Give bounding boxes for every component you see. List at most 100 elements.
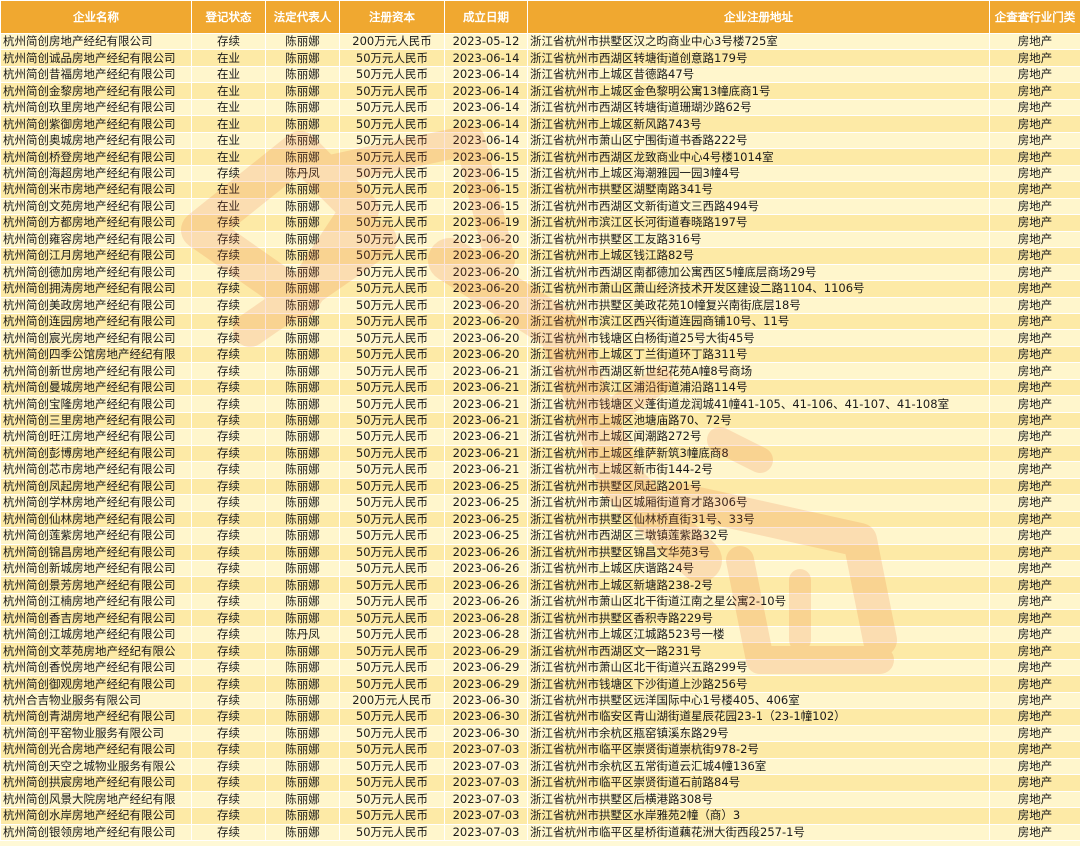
cell-capital[interactable]: 50万元人民币	[339, 559, 445, 578]
cell-status[interactable]: 存续	[191, 494, 266, 512]
cell-industry[interactable]: 房地产	[989, 280, 1080, 298]
cell-legal-rep[interactable]: 陈丽娜	[265, 823, 340, 841]
cell-legal-rep[interactable]: 陈丽娜	[265, 757, 340, 776]
cell-industry[interactable]: 房地产	[989, 263, 1080, 282]
cell-industry[interactable]: 房地产	[989, 230, 1080, 249]
cell-status[interactable]: 存续	[191, 329, 266, 347]
cell-industry[interactable]: 房地产	[989, 345, 1080, 364]
cell-status[interactable]: 存续	[191, 395, 266, 413]
cell-industry[interactable]: 房地产	[989, 691, 1080, 710]
table-row[interactable]: 杭州合吉物业服务有限公司 存续 陈丽娜 200万元人民币 2023-06-30 浙江省杭州…	[0, 691, 1080, 710]
cell-capital[interactable]: 50万元人民币	[339, 131, 445, 150]
cell-company-name[interactable]: 杭州简创三里房地产经纪有限公司	[0, 411, 192, 430]
cell-status[interactable]: 存续	[191, 790, 266, 809]
cell-status[interactable]: 存续	[191, 230, 266, 249]
cell-date[interactable]: 2023-06-15	[444, 148, 528, 166]
cell-industry[interactable]: 房地产	[989, 642, 1080, 660]
cell-company-name[interactable]: 杭州简创米市房地产经纪有限公司	[0, 181, 192, 199]
cell-status[interactable]: 在业	[191, 197, 266, 216]
cell-legal-rep[interactable]: 陈丽娜	[265, 362, 340, 380]
cell-address[interactable]: 浙江省杭州市上城区海潮雅园一园3幢4号	[527, 164, 990, 183]
cell-capital[interactable]: 50万元人民币	[339, 576, 445, 594]
cell-legal-rep[interactable]: 陈丽娜	[265, 708, 340, 726]
cell-industry[interactable]: 房地产	[989, 411, 1080, 430]
cell-industry[interactable]: 房地产	[989, 477, 1080, 496]
cell-address[interactable]: 浙江省杭州市拱墅区后横港路308号	[527, 790, 990, 809]
cell-capital[interactable]: 50万元人民币	[339, 378, 445, 397]
table-row[interactable]: 杭州简创光合房地产经纪有限公司 存续 陈丽娜 50万元人民币 2023-07-03 浙江省…	[0, 741, 1080, 759]
cell-address[interactable]: 浙江省杭州市余杭区五常街道云汇城4幢136室	[527, 757, 990, 776]
cell-status[interactable]: 存续	[191, 708, 266, 726]
cell-address[interactable]: 浙江省杭州市滨江区浦沿街道浦沿路114号	[527, 378, 990, 397]
cell-status[interactable]: 存续	[191, 296, 266, 314]
cell-date[interactable]: 2023-06-20	[444, 247, 528, 265]
table-row[interactable]: 杭州简创紫御房地产经纪有限公司 在业 陈丽娜 50万元人民币 2023-06-14 浙江省…	[0, 115, 1080, 133]
cell-legal-rep[interactable]: 陈丽娜	[265, 774, 340, 792]
cell-date[interactable]: 2023-06-29	[444, 675, 528, 693]
cell-company-name[interactable]: 杭州简创宸光房地产经纪有限公司	[0, 329, 192, 347]
cell-capital[interactable]: 50万元人民币	[339, 329, 445, 347]
cell-date[interactable]: 2023-06-21	[444, 428, 528, 446]
cell-date[interactable]: 2023-06-20	[444, 230, 528, 249]
cell-industry[interactable]: 房地产	[989, 592, 1080, 611]
cell-date[interactable]: 2023-06-25	[444, 510, 528, 529]
cell-company-name[interactable]: 杭州简创仙林房地产经纪有限公司	[0, 510, 192, 529]
cell-industry[interactable]: 房地产	[989, 823, 1080, 841]
cell-status[interactable]: 在业	[191, 65, 266, 84]
cell-legal-rep[interactable]: 陈丽娜	[265, 296, 340, 314]
cell-address[interactable]: 浙江省杭州市西湖区龙致商业中心4号楼1014室	[527, 148, 990, 166]
cell-company-name[interactable]: 杭州简创诚品房地产经纪有限公司	[0, 49, 192, 67]
cell-industry[interactable]: 房地产	[989, 65, 1080, 84]
cell-company-name[interactable]: 杭州简创香悦房地产经纪有限公司	[0, 658, 192, 677]
cell-company-name[interactable]: 杭州简创凤起房地产经纪有限公司	[0, 477, 192, 496]
cell-legal-rep[interactable]: 陈丽娜	[265, 741, 340, 759]
cell-legal-rep[interactable]: 陈丽娜	[265, 49, 340, 67]
cell-status[interactable]: 存续	[191, 312, 266, 331]
cell-capital[interactable]: 50万元人民币	[339, 823, 445, 841]
cell-industry[interactable]: 房地产	[989, 115, 1080, 133]
table-row[interactable]: 杭州简创曼城房地产经纪有限公司 存续 陈丽娜 50万元人民币 2023-06-21 浙江省…	[0, 378, 1080, 397]
table-row[interactable]: 杭州简创文苑房地产经纪有限公司 在业 陈丽娜 50万元人民币 2023-06-15 浙江省…	[0, 197, 1080, 216]
cell-legal-rep[interactable]: 陈丽娜	[265, 280, 340, 298]
table-row[interactable]: 杭州简创锦昌房地产经纪有限公司 存续 陈丽娜 50万元人民币 2023-06-26 浙江省…	[0, 543, 1080, 562]
cell-status[interactable]: 存续	[191, 345, 266, 364]
cell-legal-rep[interactable]: 陈丽娜	[265, 411, 340, 430]
cell-capital[interactable]: 50万元人民币	[339, 148, 445, 166]
cell-legal-rep[interactable]: 陈丽娜	[265, 214, 340, 232]
cell-company-name[interactable]: 杭州简创金黎房地产经纪有限公司	[0, 82, 192, 100]
table-row[interactable]: 杭州简创三里房地产经纪有限公司 存续 陈丽娜 50万元人民币 2023-06-21 浙江省…	[0, 411, 1080, 430]
cell-industry[interactable]: 房地产	[989, 395, 1080, 413]
table-row[interactable]: 杭州简创桥登房地产经纪有限公司 在业 陈丽娜 50万元人民币 2023-06-15 浙江省…	[0, 148, 1080, 166]
cell-legal-rep[interactable]: 陈丽娜	[265, 444, 340, 463]
cell-date[interactable]: 2023-06-26	[444, 592, 528, 611]
cell-company-name[interactable]: 杭州简创水岸房地产经纪有限公司	[0, 807, 192, 825]
table-row[interactable]: 杭州简创宝隆房地产经纪有限公司 存续 陈丽娜 50万元人民币 2023-06-21 浙江省…	[0, 395, 1080, 413]
cell-status[interactable]: 存续	[191, 774, 266, 792]
cell-company-name[interactable]: 杭州简创新城房地产经纪有限公司	[0, 559, 192, 578]
cell-company-name[interactable]: 杭州简创江月房地产经纪有限公司	[0, 247, 192, 265]
cell-address[interactable]: 浙江省杭州市拱墅区美政花苑10幢复兴南街底层18号	[527, 296, 990, 314]
cell-industry[interactable]: 房地产	[989, 494, 1080, 512]
cell-capital[interactable]: 50万元人民币	[339, 115, 445, 133]
cell-company-name[interactable]: 杭州简创文萃苑房地产经纪有限公	[0, 642, 192, 660]
cell-legal-rep[interactable]: 陈丹凤	[265, 164, 340, 183]
cell-date[interactable]: 2023-06-21	[444, 378, 528, 397]
cell-status[interactable]: 存续	[191, 741, 266, 759]
table-row[interactable]: 杭州简创金黎房地产经纪有限公司 在业 陈丽娜 50万元人民币 2023-06-14 浙江省…	[0, 82, 1080, 100]
cell-legal-rep[interactable]: 陈丽娜	[265, 461, 340, 479]
cell-legal-rep[interactable]: 陈丽娜	[265, 32, 340, 51]
cell-date[interactable]: 2023-06-26	[444, 559, 528, 578]
table-row[interactable]: 杭州简创雍容房地产经纪有限公司 存续 陈丽娜 50万元人民币 2023-06-20 浙江省…	[0, 230, 1080, 249]
table-row[interactable]: 杭州简创方都房地产经纪有限公司 存续 陈丽娜 50万元人民币 2023-06-19 浙江省…	[0, 214, 1080, 232]
cell-status[interactable]: 存续	[191, 214, 266, 232]
cell-capital[interactable]: 50万元人民币	[339, 444, 445, 463]
cell-capital[interactable]: 50万元人民币	[339, 461, 445, 479]
cell-status[interactable]: 在业	[191, 49, 266, 67]
cell-legal-rep[interactable]: 陈丽娜	[265, 345, 340, 364]
cell-capital[interactable]: 50万元人民币	[339, 98, 445, 117]
cell-address[interactable]: 浙江省杭州市上城区新风路743号	[527, 115, 990, 133]
cell-company-name[interactable]: 杭州简创平窑物业服务有限公司	[0, 724, 192, 743]
cell-capital[interactable]: 50万元人民币	[339, 592, 445, 611]
cell-capital[interactable]: 50万元人民币	[339, 675, 445, 693]
cell-address[interactable]: 浙江省杭州市西湖区文一路231号	[527, 642, 990, 660]
